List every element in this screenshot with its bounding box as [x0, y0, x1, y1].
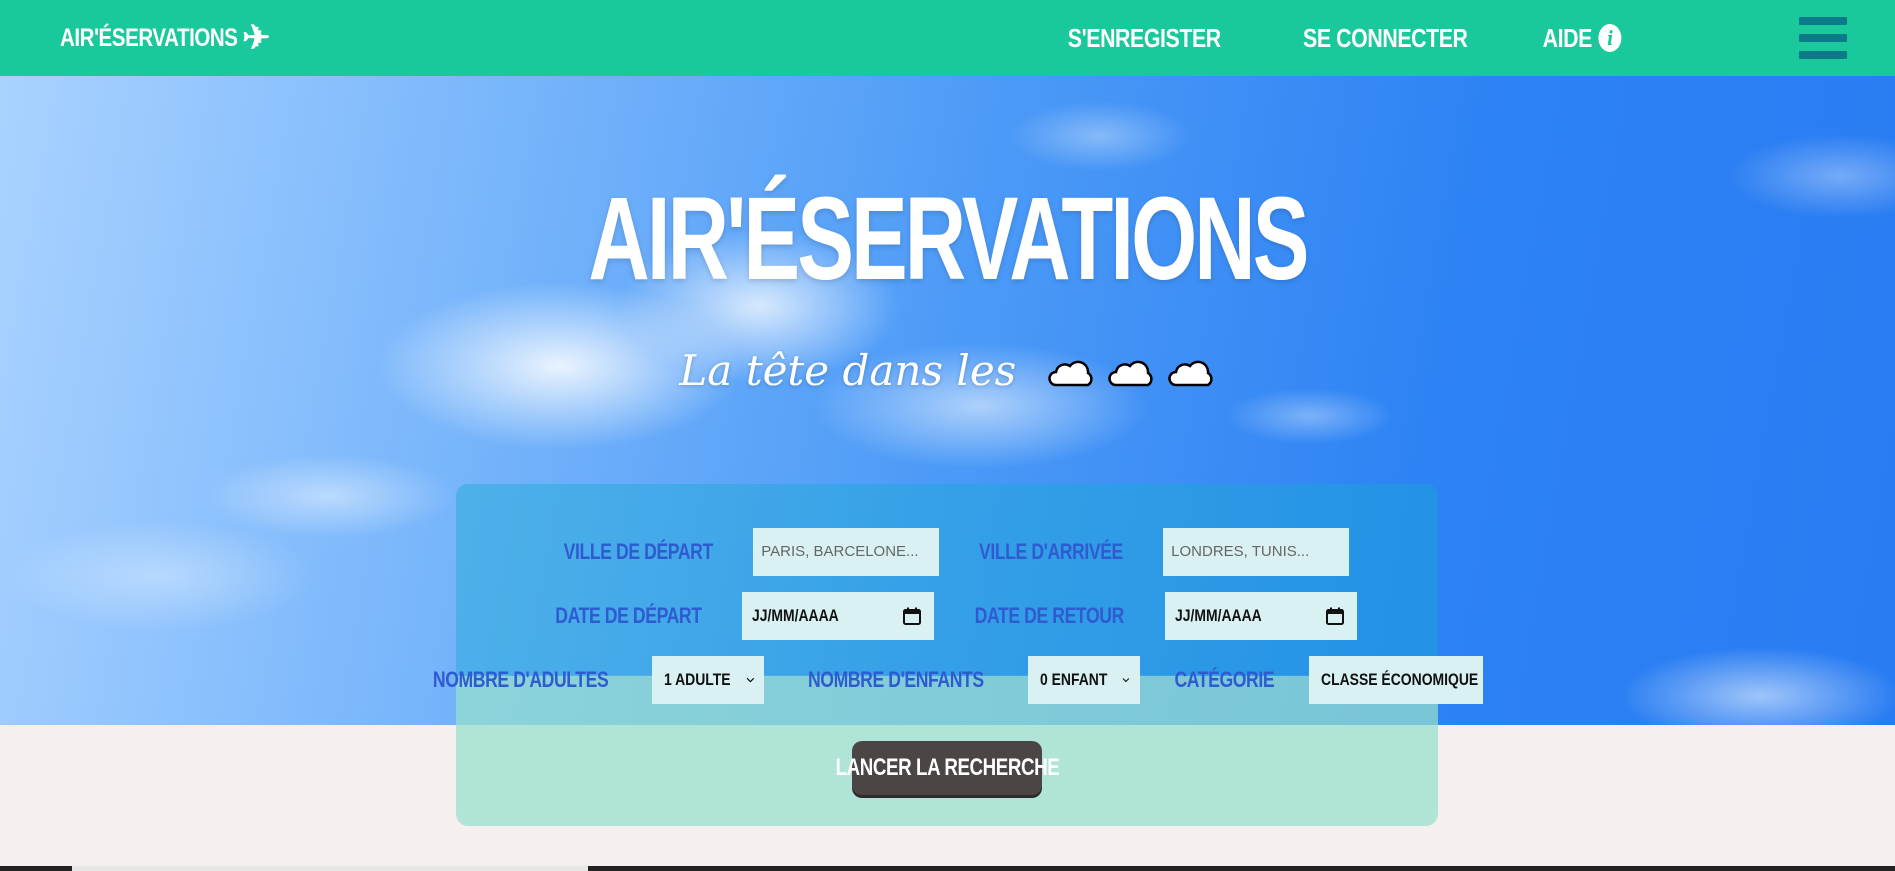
children-label: NOMBRE D'ENFANTS: [808, 667, 985, 692]
help-link[interactable]: AIDE i: [1543, 23, 1622, 54]
bottom-content-edge: [0, 866, 1895, 871]
category-label: CATÉGORIE: [1174, 667, 1275, 692]
category-select[interactable]: CLASSE ÉCONOMIQUE: [1308, 656, 1483, 704]
arrival-city-input[interactable]: [1163, 528, 1350, 576]
arrival-city-label: VILLE D'ARRIVÉE: [979, 539, 1124, 564]
nav-links: S'ENREGISTER SE CONNECTER AIDE i: [1051, 0, 1630, 76]
return-date-value: JJ/MM/AAAA: [1174, 606, 1262, 625]
departure-date-value: JJ/MM/AAAA: [752, 606, 839, 625]
hero-title: AIR'ÉSERVATIONS: [588, 173, 1309, 305]
departure-date-field: DATE DE DÉPART JJ/MM/AAAA: [537, 592, 935, 640]
search-submit-label: LANCER LA RECHERCHE: [835, 754, 1059, 781]
form-row-dates: DATE DE DÉPART JJ/MM/AAAA DATE DE RETOUR…: [456, 592, 1438, 640]
login-link[interactable]: SE CONNECTER: [1303, 22, 1468, 54]
return-date-label: DATE DE RETOUR: [974, 603, 1125, 628]
hamburger-bar: [1799, 17, 1847, 25]
register-link-label: S'ENREGISTER: [1067, 22, 1221, 53]
adults-label: NOMBRE D'ADULTES: [433, 667, 609, 692]
cloud-icon: [1107, 360, 1153, 387]
top-navbar: AIR'ÉSERVATIONS ✈ S'ENREGISTER SE CONNEC…: [0, 0, 1895, 76]
info-icon: i: [1598, 24, 1622, 52]
departure-city-input[interactable]: [753, 528, 940, 576]
chevron-down-icon: [746, 677, 754, 683]
form-row-cities: VILLE DE DÉPART VILLE D'ARRIVÉE: [456, 528, 1438, 576]
hero-tagline: La tête dans les: [0, 346, 1895, 395]
hero-tagline-text: La tête dans les: [679, 346, 1017, 395]
departure-city-label: VILLE DE DÉPART: [563, 539, 713, 564]
cloud-icon: [1047, 360, 1093, 387]
airplane-icon: ✈: [241, 19, 270, 57]
search-submit-button[interactable]: LANCER LA RECHERCHE: [835, 741, 1059, 795]
brand-logo-link[interactable]: AIR'ÉSERVATIONS ✈: [60, 0, 270, 76]
departure-date-input[interactable]: JJ/MM/AAAA: [742, 592, 935, 640]
chevron-down-icon: [1122, 678, 1130, 683]
form-row-passengers: NOMBRE D'ADULTES 1 ADULTE NOMBRE D'ENFAN…: [433, 656, 1483, 704]
children-selected-value: 0 ENFANT: [1040, 670, 1108, 689]
departure-city-field: VILLE DE DÉPART: [545, 528, 940, 576]
category-selected-value: CLASSE ÉCONOMIQUE: [1320, 670, 1479, 689]
children-field: NOMBRE D'ENFANTS 0 ENFANT: [786, 656, 1141, 704]
flight-search-form: VILLE DE DÉPART VILLE D'ARRIVÉE DATE DE …: [433, 484, 1483, 826]
departure-date-label: DATE DE DÉPART: [555, 603, 703, 628]
category-field: CATÉGORIE CLASSE ÉCONOMIQUE: [1162, 656, 1483, 704]
hamburger-bar: [1799, 51, 1847, 59]
login-link-label: SE CONNECTER: [1303, 22, 1468, 53]
register-link[interactable]: S'ENREGISTER: [1068, 23, 1221, 54]
children-select[interactable]: 0 ENFANT: [1028, 656, 1141, 704]
adults-select[interactable]: 1 ADULTE: [652, 656, 765, 704]
cloud-icons: [1046, 357, 1216, 391]
help-link-label: AIDE: [1542, 22, 1593, 53]
calendar-icon[interactable]: [902, 606, 922, 626]
arrival-city-field: VILLE D'ARRIVÉE: [961, 528, 1350, 576]
adults-field: NOMBRE D'ADULTES 1 ADULTE: [411, 656, 765, 704]
calendar-icon[interactable]: [1325, 606, 1345, 626]
return-date-input[interactable]: JJ/MM/AAAA: [1164, 592, 1357, 640]
brand-name: AIR'ÉSERVATIONS: [60, 23, 238, 52]
adults-selected-value: 1 ADULTE: [664, 670, 732, 689]
cloud-icon: [1167, 360, 1213, 387]
hamburger-bar: [1799, 34, 1847, 42]
return-date-field: DATE DE RETOUR JJ/MM/AAAA: [956, 592, 1357, 640]
hamburger-menu-icon[interactable]: [1799, 17, 1847, 59]
